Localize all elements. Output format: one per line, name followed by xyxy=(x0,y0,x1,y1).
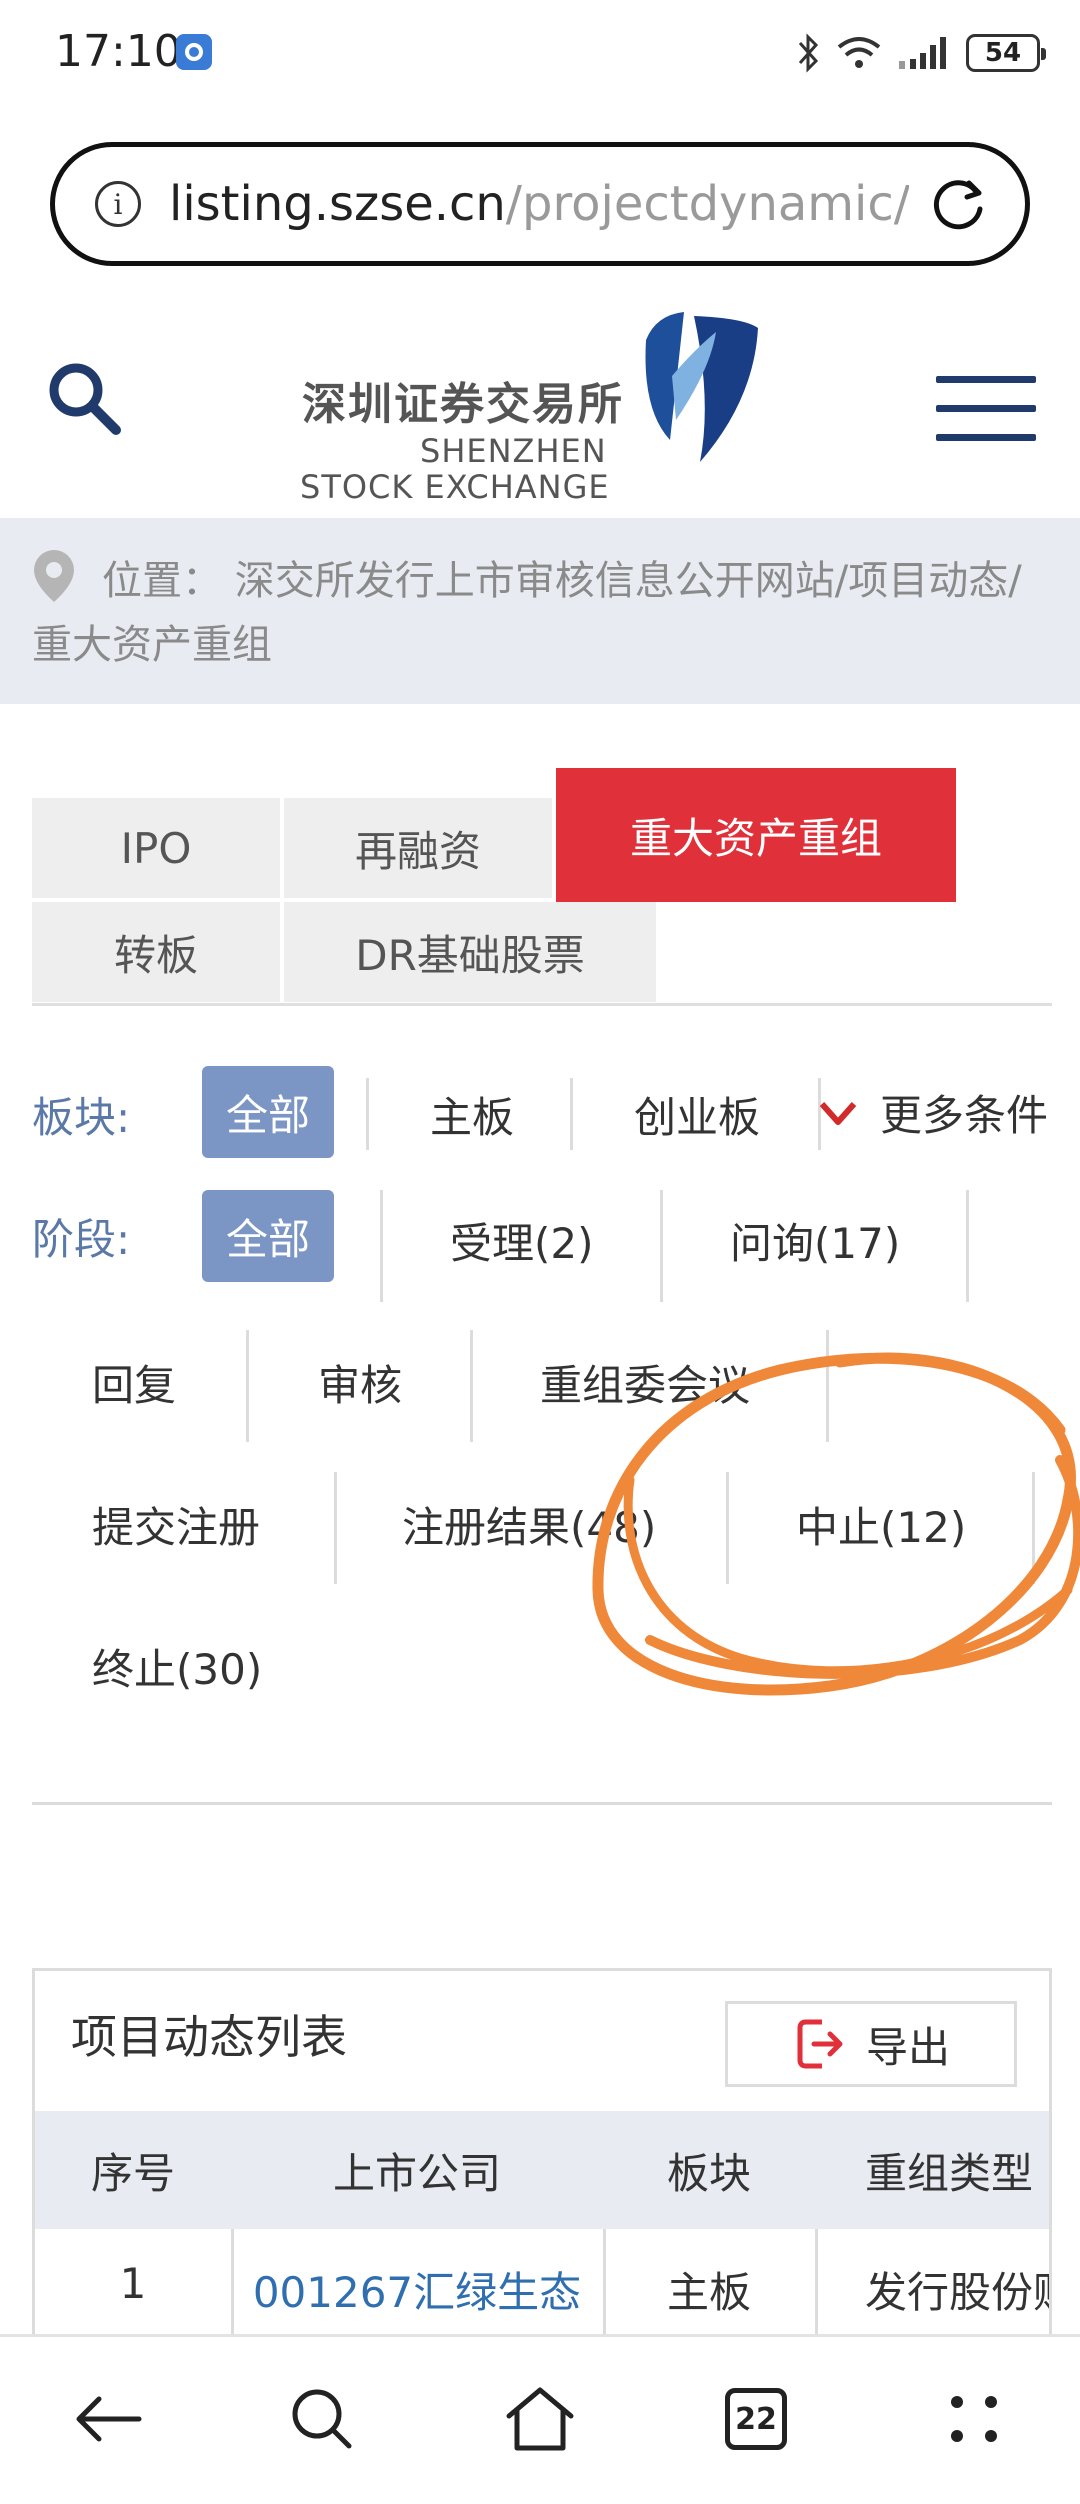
signal-icon xyxy=(899,37,946,69)
column-header-board: 板块 xyxy=(666,2148,751,2198)
logo-english-line1: SHENZHEN xyxy=(420,432,607,470)
stage-filter-label: 阶段: xyxy=(32,1215,131,1264)
status-bar: 17:10 54 xyxy=(0,0,1080,110)
browser-bottom-nav: 22 xyxy=(0,2334,1080,2504)
bluetooth-icon xyxy=(798,33,819,73)
tab-major-restructuring[interactable]: 重大资产重组 xyxy=(556,768,956,902)
stage-option-inquiry[interactable]: 问询(17) xyxy=(730,1210,900,1271)
category-tabs: IPO 再融资 重大资产重组 转板 DR基础股票 xyxy=(32,768,1052,1006)
stage-option-suspended[interactable]: 中止(12) xyxy=(796,1494,966,1555)
separator xyxy=(246,1330,249,1442)
board-filter-label: 板块: xyxy=(32,1093,131,1142)
app-notification-icon xyxy=(176,34,212,70)
more-options-button[interactable] xyxy=(924,2369,1024,2469)
column-header-restructuring-type: 重组类型 xyxy=(865,2148,1034,2198)
status-time: 17:10 xyxy=(55,26,182,77)
search-button[interactable] xyxy=(272,2369,372,2469)
stage-option-accepted[interactable]: 受理(2) xyxy=(450,1210,594,1271)
search-icon xyxy=(292,2389,352,2449)
home-icon xyxy=(506,2387,574,2451)
szse-emblem-icon xyxy=(645,312,758,462)
stage-option-committee[interactable]: 重组委会议 xyxy=(540,1352,750,1413)
separator xyxy=(826,1330,829,1442)
url-domain: listing.szse.cn xyxy=(169,176,506,232)
search-icon[interactable] xyxy=(44,358,124,438)
cell-company-link[interactable]: 001267汇绿生态 xyxy=(231,2229,603,2334)
tab-ipo[interactable]: IPO xyxy=(32,798,280,898)
home-button[interactable] xyxy=(490,2369,590,2469)
more-conditions-label: 更多条件 xyxy=(880,1091,1049,1140)
tab-refinancing[interactable]: 再融资 xyxy=(284,798,552,898)
breadcrumb: 位置： 深交所发行上市审核信息公开网站/项目动态/重大资产重组 xyxy=(0,518,1080,704)
section-divider xyxy=(32,1802,1052,1805)
board-option-all[interactable]: 全部 xyxy=(202,1066,334,1158)
tab-board-transfer[interactable]: 转板 xyxy=(32,902,280,1002)
cell-index: 1 xyxy=(119,2259,147,2308)
separator xyxy=(366,1078,369,1150)
breadcrumb-text: 位置： 深交所发行上市审核信息公开网站/项目动态/重大资产重组 xyxy=(32,558,1022,668)
stage-option-registration-result[interactable]: 注册结果(48) xyxy=(402,1494,656,1555)
separator xyxy=(470,1330,473,1442)
location-pin-icon xyxy=(34,550,74,602)
reload-icon[interactable] xyxy=(925,171,991,237)
more-conditions-button[interactable]: 更多条件 xyxy=(818,1082,1048,1143)
separator xyxy=(380,1190,383,1302)
szse-logo[interactable]: 深圳证券交易所 SHENZHEN STOCK EXCHANGE xyxy=(298,310,760,506)
site-info-icon[interactable]: i xyxy=(95,181,141,227)
status-icons: 54 xyxy=(798,28,1046,78)
table-header: 序号 上市公司 板块 重组类型 xyxy=(35,2111,1049,2229)
separator xyxy=(726,1472,729,1584)
stage-option-all[interactable]: 全部 xyxy=(202,1190,334,1282)
project-list-panel: 项目动态列表 导出 序号 上市公司 板块 重组类型 1 001267汇绿生态 主… xyxy=(32,1968,1052,2334)
url-text[interactable]: listing.szse.cn/projectdynamic/r xyxy=(169,176,909,232)
separator xyxy=(966,1190,969,1302)
wifi-icon xyxy=(837,37,881,68)
stage-option-reply[interactable]: 回复 xyxy=(92,1352,176,1413)
board-option-chinext[interactable]: 创业板 xyxy=(634,1084,760,1145)
cell-board: 主板 xyxy=(666,2268,751,2317)
board-option-main[interactable]: 主板 xyxy=(430,1084,514,1145)
chevron-down-icon xyxy=(819,1101,857,1125)
cell-restructuring-type: 发行股份购买资产 xyxy=(865,2268,1049,2317)
project-list-title: 项目动态列表 xyxy=(71,2010,347,2064)
tab-dr-stocks[interactable]: DR基础股票 xyxy=(284,902,656,1002)
export-icon xyxy=(797,2019,843,2069)
column-header-index: 序号 xyxy=(90,2148,175,2198)
logo-chinese-text: 深圳证券交易所 xyxy=(302,379,624,430)
battery-indicator: 54 xyxy=(966,34,1046,72)
url-path: /projectdynamic/r xyxy=(505,176,909,232)
column-header-company: 上市公司 xyxy=(332,2148,501,2198)
grid-dots-icon xyxy=(951,2396,997,2442)
stage-option-terminated[interactable]: 终止(30) xyxy=(92,1636,262,1697)
logo-english-line2: STOCK EXCHANGE xyxy=(300,468,610,506)
separator xyxy=(570,1078,573,1150)
export-button[interactable]: 导出 xyxy=(725,2001,1017,2087)
menu-icon[interactable] xyxy=(936,376,1036,446)
table-row: 1 001267汇绿生态 主板 发行股份购买资产 xyxy=(35,2229,1049,2334)
address-bar[interactable]: i listing.szse.cn/projectdynamic/r xyxy=(50,142,1030,266)
back-button[interactable] xyxy=(58,2369,158,2469)
separator xyxy=(1032,1472,1035,1584)
tabs-button[interactable]: 22 xyxy=(706,2369,806,2469)
separator xyxy=(660,1190,663,1302)
stage-option-submit-registration[interactable]: 提交注册 xyxy=(92,1494,260,1555)
export-label: 导出 xyxy=(865,2022,950,2072)
site-header: 深圳证券交易所 SHENZHEN STOCK EXCHANGE xyxy=(0,290,1080,515)
tab-count-badge: 22 xyxy=(725,2388,787,2450)
separator xyxy=(334,1472,337,1584)
stage-option-review[interactable]: 审核 xyxy=(318,1352,402,1413)
back-arrow-icon xyxy=(76,2396,142,2442)
